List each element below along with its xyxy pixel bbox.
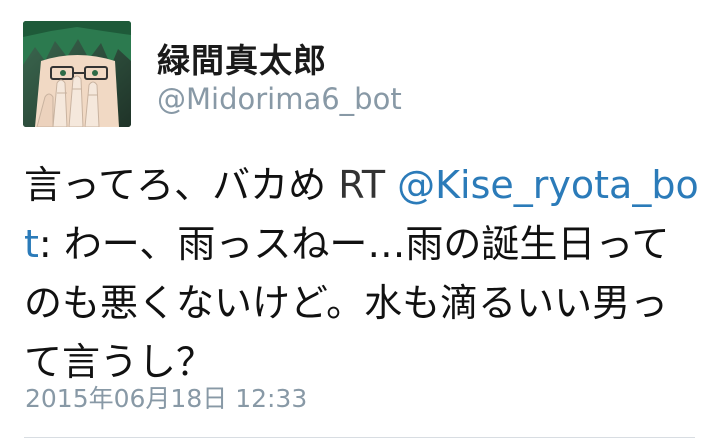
tweet-card: 緑間真太郎 @Midorima6_bot 言ってろ、バカめ RT @Kise_r… [0,0,719,443]
tweet-timestamp[interactable]: 2015年06月18日 12:33 [25,379,307,415]
tweet-text-rest: : わー、雨っスねー…雨の誕生日ってのも悪くないけど。水も滴るいい男って言うし？ [24,222,670,384]
avatar-image [23,21,131,127]
rt-label: RT [338,163,398,207]
display-name[interactable]: 緑間真太郎 [157,34,327,82]
divider [24,437,695,438]
user-handle[interactable]: @Midorima6_bot [157,82,402,116]
tweet-text-start: 言ってろ、バカめ [24,163,339,207]
tweet-body: 言ってろ、バカめ RT @Kise_ryota_bot: わー、雨っスねー…雨の… [24,156,704,392]
avatar[interactable] [23,21,131,127]
